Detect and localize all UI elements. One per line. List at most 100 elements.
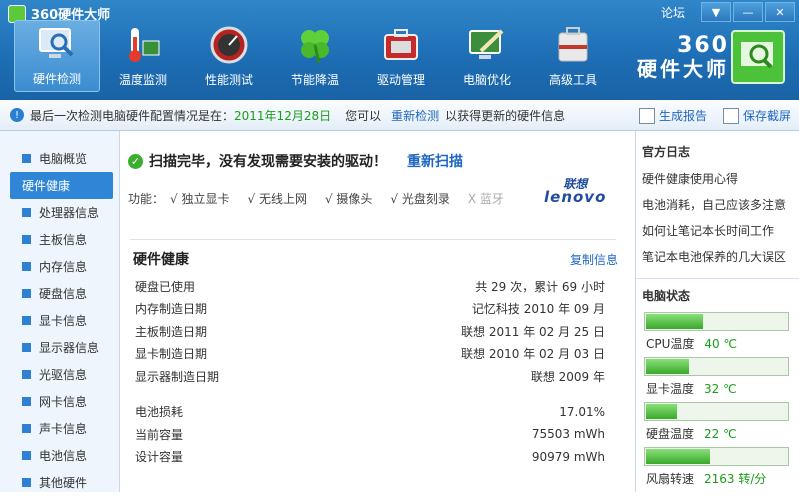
features-label: 功能： bbox=[128, 192, 165, 206]
copy-info-link[interactable]: 复制信息 bbox=[570, 251, 618, 268]
generate-report-button[interactable]: 生成报告 bbox=[638, 107, 707, 124]
sidebar-item-motherboard[interactable]: 主板信息 bbox=[0, 226, 119, 253]
sidebar-item-label: 电脑概览 bbox=[39, 152, 88, 166]
minimize-button[interactable]: — bbox=[733, 2, 763, 22]
row-label: 硬盘已使用 bbox=[135, 279, 196, 294]
cpu-temp-meter bbox=[644, 312, 789, 331]
nav-optimization[interactable]: 电脑优化 bbox=[444, 20, 530, 92]
row-label: 当前容量 bbox=[135, 427, 184, 442]
brand-text: 360 硬件大师 bbox=[637, 33, 729, 82]
sidebar-item-label: 处理器信息 bbox=[39, 206, 100, 220]
disk-temp-meter bbox=[644, 402, 789, 421]
sidebar-item-label: 光驱信息 bbox=[39, 368, 88, 382]
table-row: 内存制造日期 记忆科技 2010 年 09 月 bbox=[135, 298, 605, 321]
bullet-icon bbox=[22, 262, 31, 271]
row-label: 显示器制造日期 bbox=[135, 369, 220, 384]
feature-bluetooth: X 蓝牙 bbox=[467, 192, 504, 206]
nav-temperature[interactable]: 温度监测 bbox=[100, 20, 186, 92]
row-label: 电池损耗 bbox=[135, 405, 184, 420]
vendor-logo: 联想 lenovo bbox=[544, 178, 606, 205]
main-nav: 硬件检测 温度监测 性能测试 节能降温 驱动管理 电脑优化 高级工具 bbox=[14, 20, 616, 92]
row-value: 记忆科技 2010 年 09 月 bbox=[471, 302, 605, 317]
row-label: 设计容量 bbox=[135, 450, 184, 465]
temp-label: 硬盘温度 bbox=[646, 427, 695, 441]
bullet-icon bbox=[22, 235, 31, 244]
sidebar-item-sound[interactable]: 声卡信息 bbox=[0, 415, 119, 442]
row-label: 内存制造日期 bbox=[135, 302, 208, 317]
sidebar-item-display[interactable]: 显示器信息 bbox=[0, 334, 119, 361]
sidebar-item-network[interactable]: 网卡信息 bbox=[0, 388, 119, 415]
bullet-icon bbox=[22, 424, 31, 433]
log-item[interactable]: 电池消耗，自己应该多注意 bbox=[636, 192, 799, 218]
scan-status-text: 扫描完毕，没有发现需要安装的驱动！ bbox=[149, 154, 387, 170]
nav-advanced-tools[interactable]: 高级工具 bbox=[530, 20, 616, 92]
sidebar-item-label: 其他硬件 bbox=[39, 476, 88, 490]
sidebar-item-overview[interactable]: 电脑概览 bbox=[0, 145, 119, 172]
sidebar-item-hardware-health[interactable]: 硬件健康 bbox=[10, 172, 113, 199]
nav-label: 性能测试 bbox=[204, 73, 253, 87]
bullet-icon bbox=[22, 397, 31, 406]
sidebar-item-label: 主板信息 bbox=[39, 233, 88, 247]
row-label: 显卡制造日期 bbox=[135, 347, 208, 362]
main-panel: ✓ 扫描完毕，没有发现需要安装的驱动！ 重新扫描 功能： √ 独立显卡 √ 无线… bbox=[120, 131, 634, 492]
row-gap bbox=[135, 388, 605, 401]
sidebar-item-disk[interactable]: 硬盘信息 bbox=[0, 280, 119, 307]
row-value: 联想 2010 年 02 月 03 日 bbox=[461, 347, 605, 362]
meter-fill bbox=[646, 314, 704, 329]
forum-link[interactable]: 论坛 bbox=[661, 4, 685, 21]
sidebar: 电脑概览 硬件健康 处理器信息 主板信息 内存信息 硬盘信息 显卡信息 显示器信… bbox=[0, 131, 120, 492]
brand-sub: 硬件大师 bbox=[637, 57, 729, 82]
close-button[interactable]: ✕ bbox=[765, 2, 795, 22]
right-pane: 官方日志 硬件健康使用心得 电池消耗，自己应该多注意 如何让笔记本长时间工作 笔… bbox=[635, 131, 799, 492]
check-icon: ✓ bbox=[128, 153, 143, 169]
sidebar-item-label: 电池信息 bbox=[39, 449, 88, 463]
health-table: 硬盘已使用 共 29 次，累计 69 小时 内存制造日期 记忆科技 2010 年 0… bbox=[135, 275, 605, 468]
printer-icon bbox=[638, 107, 655, 124]
nav-energy-saving[interactable]: 节能降温 bbox=[272, 20, 358, 92]
sidebar-item-label: 显卡信息 bbox=[39, 314, 88, 328]
bullet-icon bbox=[22, 316, 31, 325]
recheck-link[interactable]: 重新检测 bbox=[391, 107, 439, 124]
info-middle: 您可以 bbox=[345, 108, 382, 123]
generate-report-label: 生成报告 bbox=[658, 109, 707, 123]
row-value: 17.01% bbox=[559, 404, 605, 419]
sidebar-item-label: 网卡信息 bbox=[39, 395, 88, 409]
speedometer-icon bbox=[210, 26, 248, 64]
log-item[interactable]: 笔记本电池保养的几大误区 bbox=[636, 244, 799, 270]
menu-dropdown-button[interactable]: ▼ bbox=[701, 2, 731, 22]
feature-camera: √ 摄像头 bbox=[324, 192, 373, 206]
sidebar-item-cpu[interactable]: 处理器信息 bbox=[0, 199, 119, 226]
sidebar-item-memory[interactable]: 内存信息 bbox=[0, 253, 119, 280]
sidebar-item-label: 声卡信息 bbox=[39, 422, 88, 436]
table-row: 显卡制造日期 联想 2010 年 02 月 03 日 bbox=[135, 343, 605, 366]
table-row: 主板制造日期 联想 2011 年 02 月 25 日 bbox=[135, 320, 605, 343]
brand-name: 360 bbox=[677, 33, 729, 58]
sidebar-item-optical-drive[interactable]: 光驱信息 bbox=[0, 361, 119, 388]
rescan-link[interactable]: 重新扫描 bbox=[407, 151, 463, 171]
sidebar-item-label: 硬盘信息 bbox=[39, 287, 88, 301]
temp-label: CPU温度 bbox=[646, 337, 695, 351]
table-row: 电池损耗 17.01% bbox=[135, 401, 605, 424]
table-row: 当前容量 75503 mWh bbox=[135, 423, 605, 446]
nav-hardware-detect[interactable]: 硬件检测 bbox=[14, 20, 100, 92]
sidebar-item-label: 硬件健康 bbox=[22, 179, 71, 193]
log-item[interactable]: 如何让笔记本长时间工作 bbox=[636, 218, 799, 244]
fan-speed: 风扇转速 2163 转/分 bbox=[636, 466, 799, 492]
divider bbox=[636, 278, 799, 279]
row-value: 联想 2009 年 bbox=[530, 369, 605, 384]
magnifier-logo-icon bbox=[741, 42, 773, 69]
sidebar-item-gpu[interactable]: 显卡信息 bbox=[0, 307, 119, 334]
bullet-icon bbox=[22, 478, 31, 487]
nav-driver-management[interactable]: 驱动管理 bbox=[358, 20, 444, 92]
divider bbox=[130, 239, 616, 240]
row-value: 90979 mWh bbox=[531, 449, 605, 464]
nav-label: 温度监测 bbox=[118, 73, 167, 87]
log-item[interactable]: 硬件健康使用心得 bbox=[636, 166, 799, 192]
temp-value: 2163 转/分 bbox=[704, 472, 767, 486]
row-label: 主板制造日期 bbox=[135, 324, 208, 339]
brand-logo-icon bbox=[731, 30, 785, 84]
save-screenshot-button[interactable]: 保存截屏 bbox=[722, 107, 791, 124]
nav-performance[interactable]: 性能测试 bbox=[186, 20, 272, 92]
info-icon: ! bbox=[10, 108, 24, 122]
sidebar-item-battery[interactable]: 电池信息 bbox=[0, 442, 119, 469]
